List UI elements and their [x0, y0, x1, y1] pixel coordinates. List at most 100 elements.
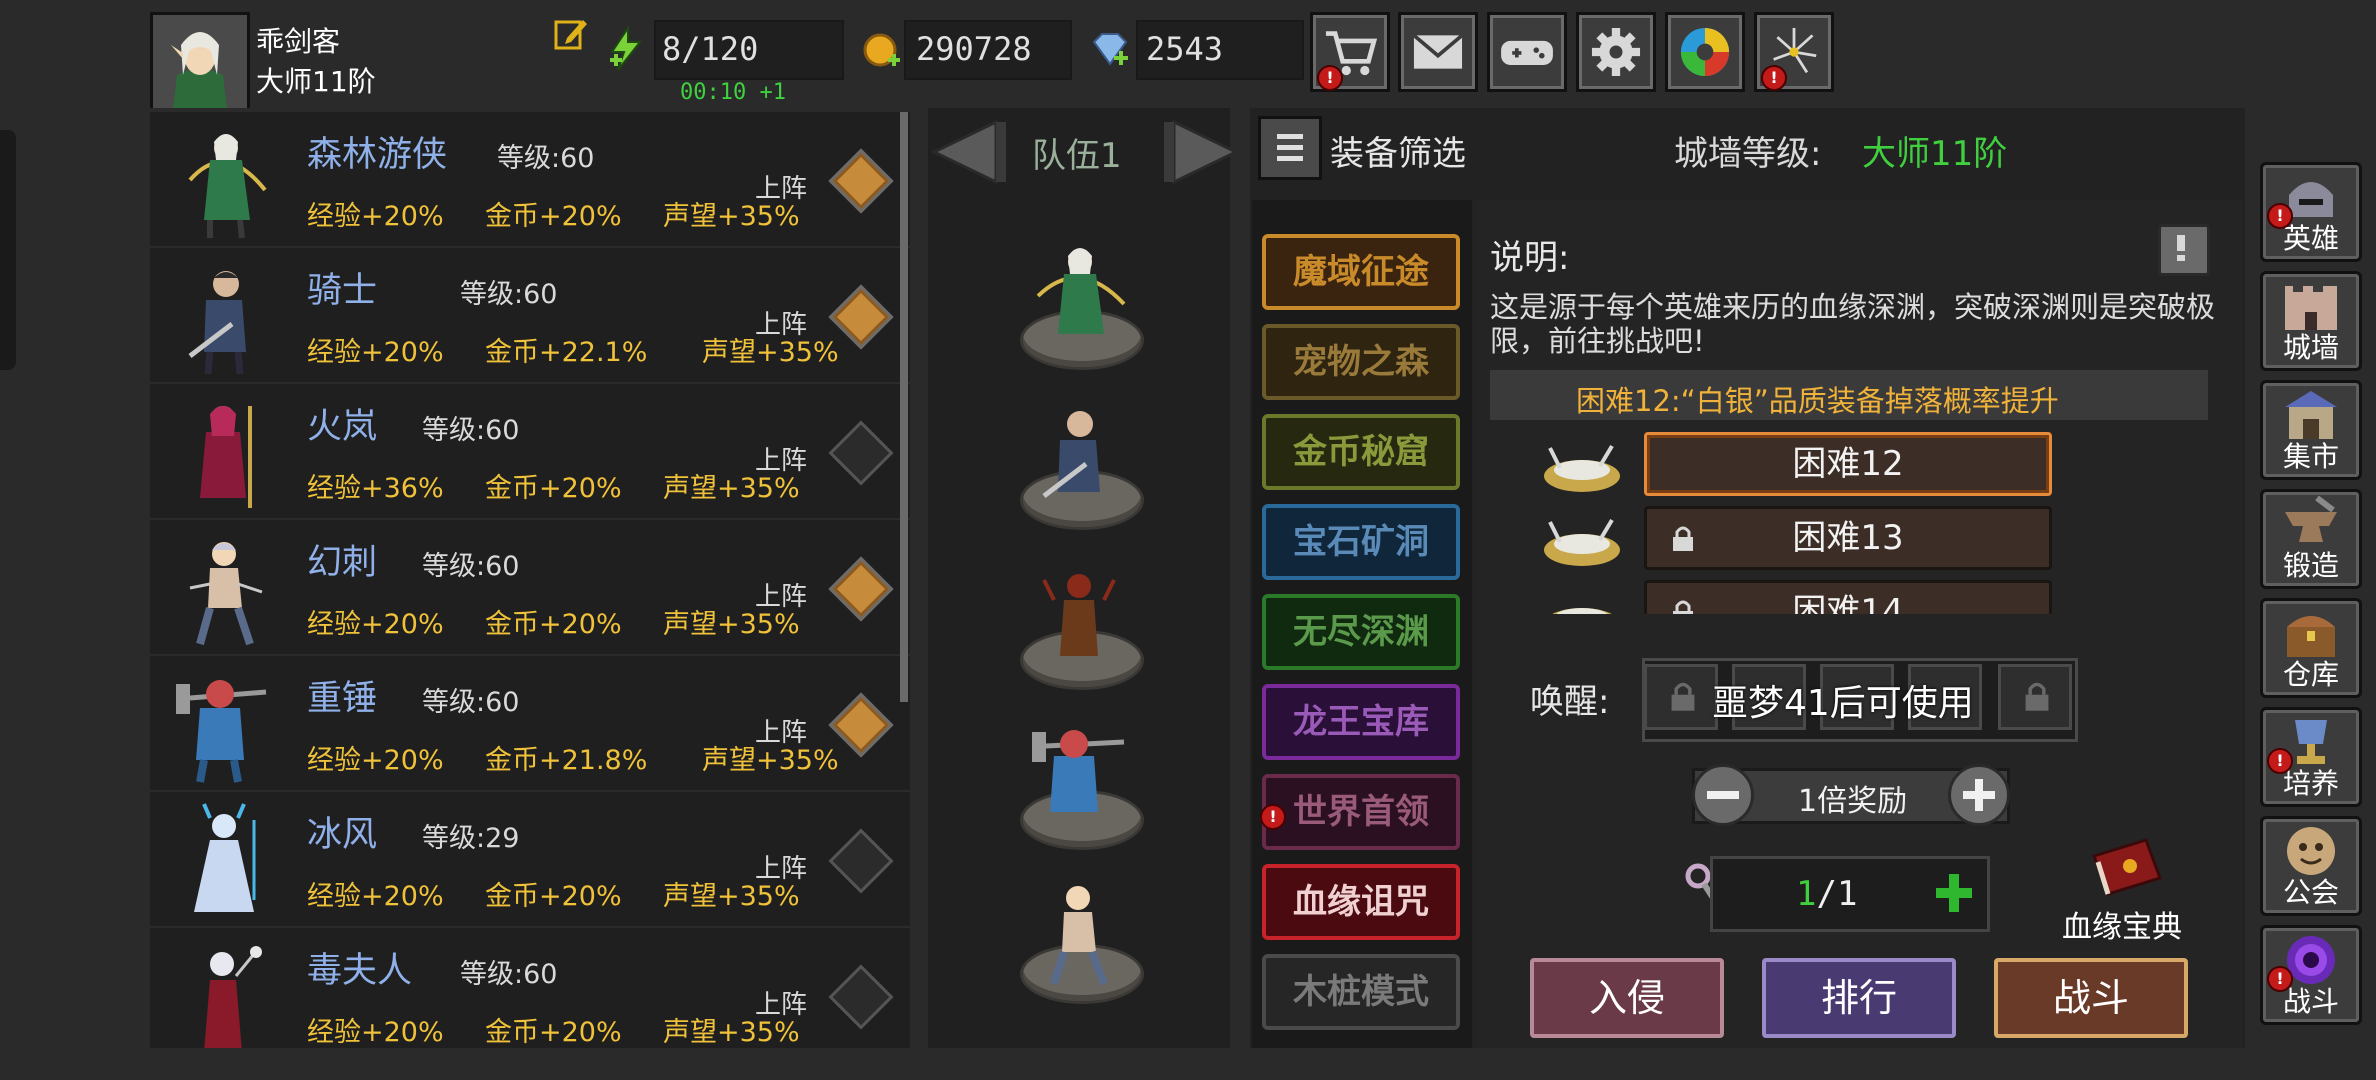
- hero-name: 幻刺: [307, 543, 378, 583]
- color-wheel-icon: [1680, 27, 1730, 77]
- hero-row[interactable]: 森林游侠 等级:60 经验+20% 金币+20% 声望+35% 上阵: [150, 112, 910, 246]
- decrease-button[interactable]: [1692, 764, 1754, 826]
- alert-badge: !: [2267, 748, 2293, 774]
- difficulty-button[interactable]: 困难14: [1644, 580, 2052, 614]
- hero-gold-bonus: 金币+20%: [485, 473, 622, 504]
- difficulty-label: 困难13: [1792, 518, 1904, 558]
- invade-button[interactable]: 入侵: [1530, 958, 1724, 1038]
- hero-level: 等级:60: [422, 551, 520, 582]
- team-next-button[interactable]: [1160, 116, 1244, 188]
- team-unit-5[interactable]: [1024, 872, 1134, 992]
- hero-gold-bonus: 金币+20%: [485, 201, 622, 232]
- deploy-toggle[interactable]: [828, 964, 894, 1030]
- nest-icon: [1544, 518, 1620, 566]
- hero-deploy-label: 上阵: [755, 446, 808, 476]
- mail-button[interactable]: [1398, 12, 1478, 92]
- lock-icon: [1673, 600, 1693, 614]
- team-unit-2[interactable]: [1024, 396, 1134, 516]
- hero-name: 火岚: [307, 407, 378, 447]
- hero-portrait: [200, 406, 252, 508]
- mode-button-selected[interactable]: 血缘诅咒: [1262, 864, 1460, 940]
- hero-row[interactable]: 幻刺 等级:60 经验+20% 金币+20% 声望+35% 上阵: [150, 520, 910, 654]
- difficulty-list[interactable]: 困难12 困难13 困难14: [1490, 426, 2190, 614]
- info-button[interactable]: [2158, 224, 2210, 276]
- nav-label: 公会: [2282, 876, 2339, 909]
- side-edge-tab[interactable]: [0, 130, 16, 370]
- book-icon[interactable]: [2086, 832, 2166, 904]
- hero-row[interactable]: 骑士 等级:60 经验+20% 金币+22.1% 声望+35% 上阵: [150, 248, 910, 382]
- mode-button[interactable]: 龙王宝库: [1262, 684, 1460, 760]
- nav-warehouse[interactable]: 仓库: [2260, 598, 2362, 698]
- hero-list[interactable]: 森林游侠 等级:60 经验+20% 金币+20% 声望+35% 上阵 骑士 等级…: [150, 108, 910, 1048]
- shop-cart-button[interactable]: !: [1310, 12, 1390, 92]
- awaken-slot[interactable]: [1644, 664, 1718, 730]
- hero-portrait: [204, 946, 262, 1048]
- nav-heroes[interactable]: 英雄 !: [2260, 162, 2362, 262]
- alert-badge: !: [2267, 966, 2293, 992]
- filter-label[interactable]: 装备筛选: [1330, 126, 1466, 175]
- wall-level-label: 城墙等级:: [1674, 134, 1822, 174]
- difficulty-row[interactable]: 困难13: [1490, 506, 2190, 572]
- stamina-timer: 00:10 +1: [680, 80, 786, 105]
- filter-button[interactable]: [1258, 116, 1322, 180]
- firework-button[interactable]: !: [1754, 12, 1834, 92]
- hero-portrait: [194, 803, 256, 912]
- attempts-current: 1: [1796, 874, 1817, 914]
- deploy-toggle[interactable]: [828, 420, 894, 486]
- ranking-button[interactable]: 排行: [1762, 958, 1956, 1038]
- nav-train[interactable]: 培养 !: [2260, 707, 2362, 807]
- nav-battle[interactable]: 战斗 !: [2260, 925, 2362, 1025]
- stamina-icon: [606, 24, 646, 72]
- mode-button[interactable]: 木桩模式: [1262, 954, 1460, 1030]
- attempts-total: 1: [1836, 874, 1858, 914]
- hero-deploy-label: 上阵: [755, 718, 808, 748]
- team-unit-4[interactable]: [1024, 716, 1134, 836]
- add-attempt-button[interactable]: [1932, 870, 1976, 918]
- mode-button[interactable]: 宝石矿洞: [1262, 504, 1460, 580]
- gem-icon: [1090, 30, 1130, 70]
- deploy-toggle[interactable]: [828, 828, 894, 894]
- deploy-toggle[interactable]: [828, 556, 894, 622]
- wall-level-value: 大师11阶: [1862, 134, 2008, 174]
- nest-icon: [1552, 608, 1612, 614]
- hero-exp-bonus: 经验+20%: [307, 881, 444, 912]
- deploy-toggle[interactable]: [828, 148, 894, 214]
- settings-button[interactable]: [1576, 12, 1656, 92]
- difficulty-row[interactable]: 困难12: [1490, 432, 2190, 498]
- color-wheel-button[interactable]: [1665, 12, 1745, 92]
- difficulty-row[interactable]: 困难14: [1490, 580, 2190, 614]
- hero-row[interactable]: 重锤 等级:60 经验+20% 金币+21.8% 声望+35% 上阵: [150, 656, 910, 790]
- mode-button[interactable]: 魔域征途: [1262, 234, 1460, 310]
- nav-forge[interactable]: 锻造: [2260, 489, 2362, 589]
- nav-label: 城墙: [2282, 331, 2339, 364]
- hero-row[interactable]: 冰风 等级:29 经验+20% 金币+20% 声望+35% 上阵: [150, 792, 910, 926]
- fight-button[interactable]: 战斗: [1994, 958, 2188, 1038]
- awaken-slot[interactable]: [1998, 664, 2072, 730]
- difficulty-button[interactable]: 困难13: [1644, 506, 2052, 570]
- hero-row[interactable]: 火岚 等级:60 经验+36% 金币+20% 声望+35% 上阵: [150, 384, 910, 518]
- increase-button[interactable]: [1948, 764, 2010, 826]
- team-unit-1[interactable]: [1024, 234, 1134, 354]
- bonus-text: 困难12:“白银”品质装备掉落概率提升: [1576, 384, 2059, 418]
- hero-list-scrollbar[interactable]: [900, 112, 908, 702]
- team-unit-3[interactable]: [1024, 560, 1134, 680]
- description-title: 说明:: [1490, 238, 1570, 278]
- nav-market[interactable]: 集市: [2260, 380, 2362, 480]
- mode-button[interactable]: 无尽深渊: [1262, 594, 1460, 670]
- book-label[interactable]: 血缘宝典: [2062, 902, 2182, 946]
- hero-row[interactable]: 毒夫人 等级:60 经验+20% 金币+20% 声望+35% 上阵: [150, 928, 910, 1048]
- gold-coin-icon: [862, 30, 902, 70]
- mode-button[interactable]: 世界首领: [1262, 774, 1460, 850]
- player-avatar[interactable]: [150, 12, 250, 112]
- nav-guild[interactable]: 公会: [2260, 816, 2362, 916]
- edit-icon[interactable]: [553, 16, 589, 52]
- team-prev-button[interactable]: [926, 116, 1010, 188]
- mode-button[interactable]: 金币秘窟: [1262, 414, 1460, 490]
- difficulty-button[interactable]: 困难12: [1644, 432, 2052, 496]
- hero-name: 重锤: [307, 679, 378, 719]
- mode-button[interactable]: 宠物之森: [1262, 324, 1460, 400]
- hero-portrait: [188, 134, 267, 239]
- nav-wall[interactable]: 城墙: [2260, 271, 2362, 371]
- hero-exp-bonus: 经验+20%: [307, 745, 444, 776]
- gamepad-button[interactable]: [1487, 12, 1567, 92]
